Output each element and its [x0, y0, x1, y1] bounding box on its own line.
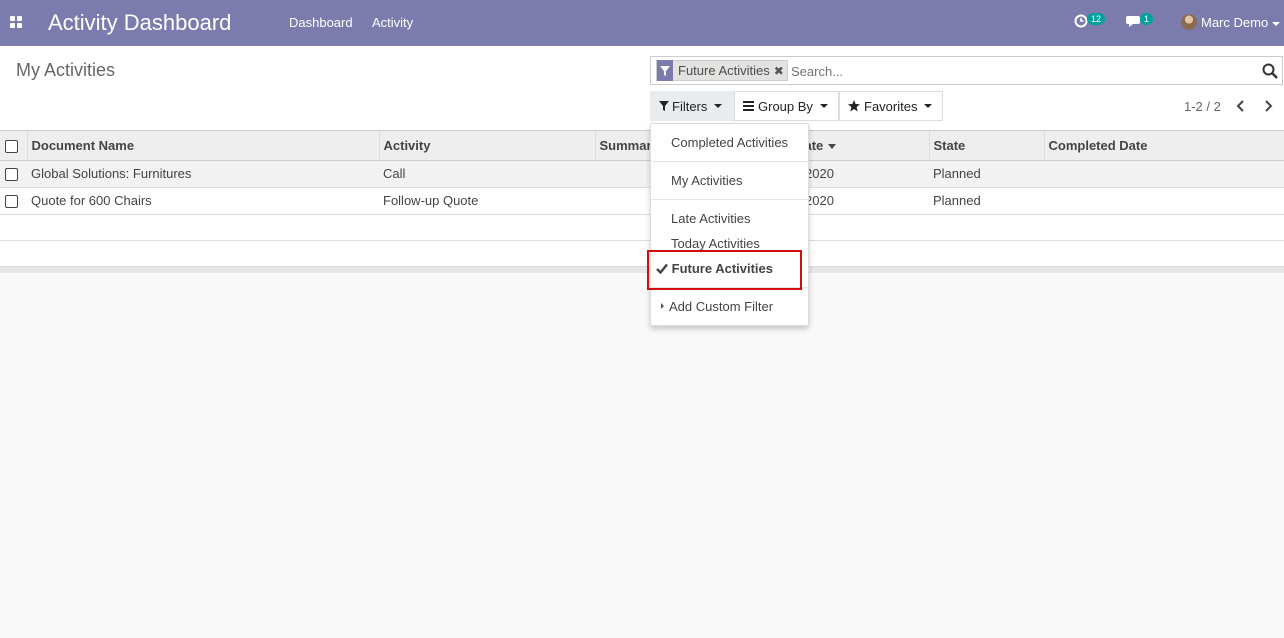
user-menu[interactable]: Marc Demo: [1201, 15, 1281, 30]
menu-dashboard[interactable]: Dashboard: [289, 15, 353, 30]
select-all-cell[interactable]: [0, 131, 28, 161]
filter-my-activities[interactable]: My Activities: [671, 173, 743, 188]
activities-systray[interactable]: [1074, 14, 1088, 31]
user-avatar[interactable]: [1181, 14, 1197, 30]
cell-completed-date[interactable]: [1044, 187, 1284, 215]
search-icon[interactable]: [1262, 63, 1278, 79]
facet-value: Future Activities: [678, 63, 770, 78]
column-document-name[interactable]: Document Name: [27, 131, 380, 161]
cell-completed-date[interactable]: [1044, 160, 1284, 188]
divider: [651, 161, 808, 162]
empty-row: [0, 240, 1284, 267]
add-custom-filter[interactable]: Add Custom Filter: [661, 299, 773, 314]
row-select-cell[interactable]: [0, 187, 27, 215]
filter-late-activities[interactable]: Late Activities: [671, 211, 751, 226]
pager-value[interactable]: 1-2 / 2: [1184, 99, 1221, 114]
caret-right-icon: [661, 303, 664, 309]
apps-menu-icon[interactable]: [10, 16, 22, 28]
search-bar[interactable]: Future Activities ✖: [650, 56, 1283, 85]
top-navbar: Activity Dashboard Dashboard Activity 12…: [0, 0, 1284, 46]
table-header-row: Document Name Activity Summar ate State …: [0, 131, 1284, 161]
search-facet[interactable]: Future Activities ✖: [656, 60, 788, 81]
cell-state[interactable]: Planned: [929, 187, 1044, 215]
filter-today-activities[interactable]: Today Activities: [671, 236, 760, 251]
chevron-left-icon[interactable]: [1233, 98, 1249, 114]
cell-document-name[interactable]: Global Solutions: Furnitures: [27, 160, 379, 188]
filters-button[interactable]: Filters: [650, 91, 734, 121]
row-checkbox[interactable]: [5, 168, 18, 182]
activities-badge: 12: [1087, 13, 1106, 25]
app-title: Activity Dashboard: [48, 10, 232, 35]
filter-completed-activities[interactable]: Completed Activities: [671, 135, 788, 150]
row-checkbox[interactable]: [5, 195, 18, 209]
favorites-label: Favorites: [864, 98, 918, 114]
highlight-box: [647, 250, 802, 290]
page-title: My Activities: [16, 60, 116, 80]
chevron-down-icon: [819, 104, 828, 108]
empty-row: [0, 214, 1284, 241]
messages-badge: 1: [1140, 13, 1154, 25]
cell-activity[interactable]: Follow-up Quote: [379, 187, 595, 215]
filters-dropdown: Completed Activities My Activities Late …: [650, 123, 809, 326]
filter-icon: [657, 60, 673, 81]
column-completed-date[interactable]: Completed Date: [1044, 131, 1284, 161]
close-icon[interactable]: ✖: [774, 64, 787, 78]
group-by-button[interactable]: Group By: [734, 91, 839, 121]
cell-due-date[interactable]: 2020: [800, 187, 929, 215]
chevron-right-icon[interactable]: [1260, 98, 1276, 114]
control-panel: My Activities Future Activities ✖ Filter…: [0, 46, 1284, 131]
row-select-cell[interactable]: [0, 160, 27, 188]
favorites-button[interactable]: Favorites: [839, 91, 943, 121]
activity-list: Document Name Activity Summar ate State …: [0, 131, 1284, 273]
column-state[interactable]: State: [929, 131, 1045, 161]
menu-activity[interactable]: Activity: [372, 15, 413, 30]
star-icon: [848, 100, 860, 112]
table-row[interactable]: Global Solutions: Furnitures Call 2020 P…: [0, 160, 1284, 188]
list-icon: [743, 101, 754, 111]
cell-activity[interactable]: Call: [379, 160, 595, 188]
sort-desc-icon: [828, 143, 837, 149]
group-by-label: Group By: [758, 98, 813, 114]
select-all-checkbox[interactable]: [5, 139, 18, 153]
filter-icon: [659, 101, 669, 111]
filters-label: Filters: [672, 98, 708, 114]
column-due-date[interactable]: ate: [800, 131, 930, 161]
table-row[interactable]: Quote for 600 Chairs Follow-up Quote 202…: [0, 187, 1284, 215]
column-activity[interactable]: Activity: [379, 131, 596, 161]
user-name: Marc Demo: [1201, 15, 1269, 30]
chevron-down-icon: [1272, 21, 1281, 26]
divider: [651, 199, 808, 200]
list-footer: [0, 266, 1284, 273]
cell-document-name[interactable]: Quote for 600 Chairs: [27, 187, 379, 215]
activity-table: Document Name Activity Summar ate State …: [0, 131, 1284, 267]
clock-icon: [1074, 14, 1088, 28]
cell-due-date[interactable]: 2020: [800, 160, 929, 188]
add-custom-filter-label: Add Custom Filter: [669, 299, 774, 314]
cell-state[interactable]: Planned: [929, 160, 1044, 188]
search-input[interactable]: [791, 61, 1251, 81]
chevron-down-icon: [924, 104, 933, 108]
chevron-down-icon: [714, 104, 723, 108]
